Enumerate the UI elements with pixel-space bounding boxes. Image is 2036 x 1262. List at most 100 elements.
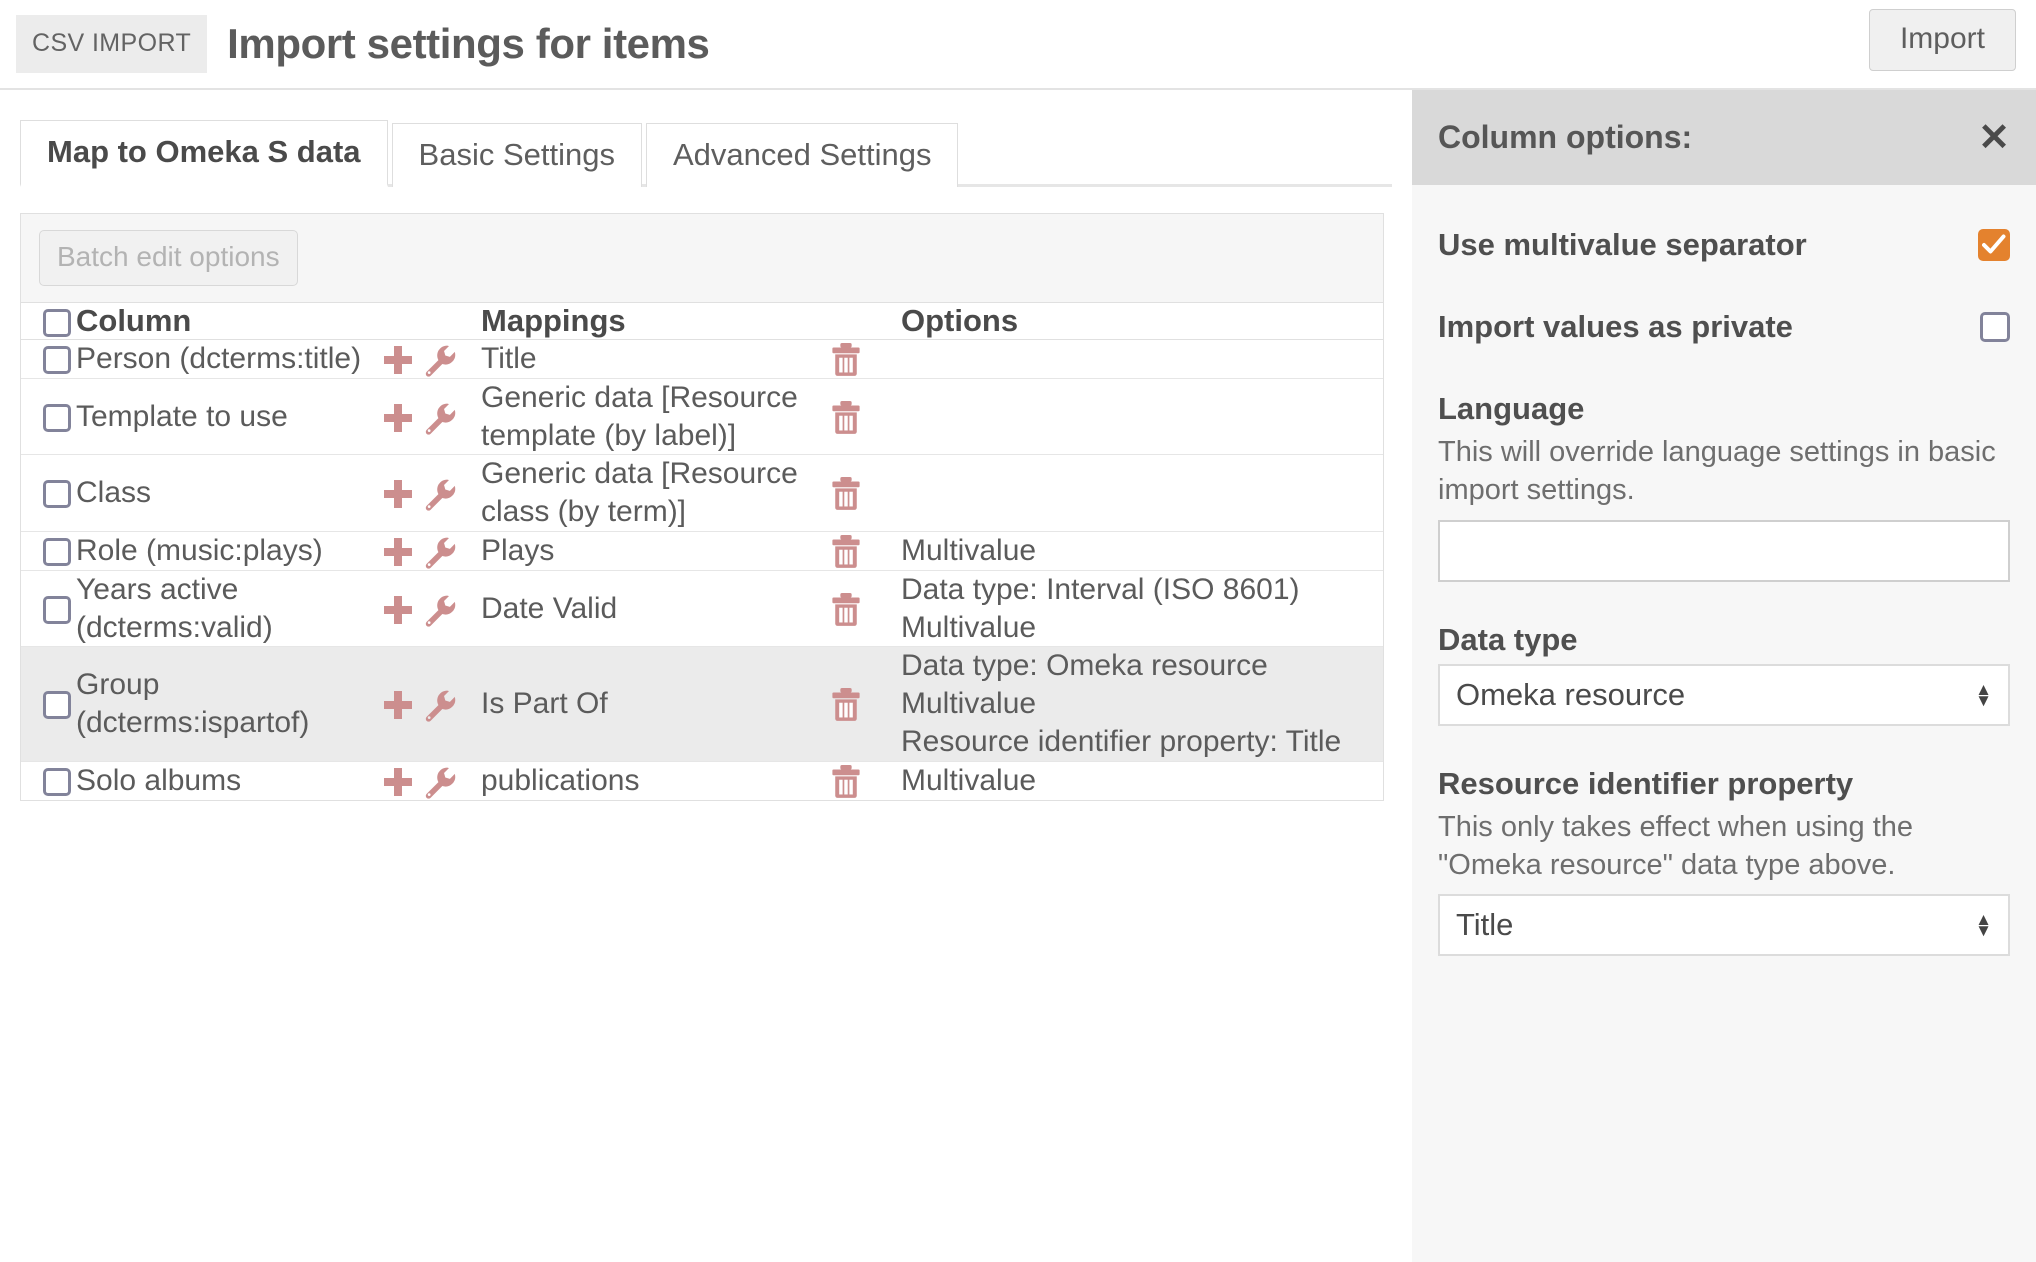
row-mapping: Title [481, 342, 537, 375]
trash-icon[interactable] [831, 535, 861, 569]
trash-icon[interactable] [831, 592, 861, 627]
plus-icon[interactable] [381, 401, 415, 435]
row-mapping: Generic data [Resource class (by term)] [481, 457, 798, 529]
row-remove-cell [831, 340, 901, 379]
row-column-name: Class [76, 476, 152, 510]
chevron-down-icon: ▼ [1975, 921, 1992, 941]
row-actions [381, 761, 481, 799]
plus-icon[interactable] [381, 343, 415, 377]
wrench-icon[interactable] [423, 535, 457, 569]
row-mapping: Date Valid [481, 591, 618, 625]
row-checkbox[interactable] [43, 480, 71, 509]
table-row[interactable]: Solo albums publications Multivalue [21, 761, 1383, 799]
row-remove-cell [831, 647, 901, 761]
row-column-name: Group (dcterms:ispartof) [76, 668, 310, 740]
row-select-cell [21, 570, 76, 647]
trash-icon[interactable] [831, 764, 861, 799]
table-row[interactable]: Template to use Generic data [Resource te… [21, 378, 1383, 455]
row-option: Multivalue [901, 763, 1037, 797]
column-header-column: Column [76, 303, 192, 338]
row-actions [381, 647, 481, 761]
row-checkbox[interactable] [43, 595, 71, 624]
wrench-icon[interactable] [423, 343, 457, 377]
row-option: Multivalue [901, 610, 1037, 644]
row-select-cell [21, 761, 76, 799]
sidebar-title: Column options: [1438, 119, 1693, 155]
row-options [901, 378, 1383, 455]
row-column-name: Template to use [76, 399, 288, 433]
row-actions [381, 570, 481, 647]
column-options-sidebar: Column options: ✕ Use multivalue separat… [1412, 90, 2036, 1262]
wrench-icon[interactable] [423, 765, 457, 799]
trash-icon[interactable] [831, 477, 861, 511]
plus-icon[interactable] [381, 593, 415, 627]
wrench-icon[interactable] [423, 593, 457, 627]
use-multivalue-separator-checkbox[interactable] [1978, 229, 2010, 261]
import-values-as-private-label: Import values as private [1438, 309, 1793, 344]
row-checkbox[interactable] [43, 691, 71, 720]
table-row[interactable]: Years active (dcterms:valid) Date Valid Da… [21, 570, 1383, 647]
tab-advanced-settings[interactable]: Advanced Settings [645, 123, 959, 187]
language-input[interactable] [1438, 519, 2010, 582]
batch-toolbar: Batch edit options [21, 214, 1383, 303]
row-select-cell [21, 340, 76, 379]
column-header-spacer [381, 303, 481, 340]
import-button[interactable]: Import [1868, 9, 2016, 71]
row-checkbox[interactable] [43, 403, 71, 432]
plus-icon[interactable] [381, 688, 415, 722]
batch-edit-options-button[interactable]: Batch edit options [39, 230, 298, 286]
wrench-icon[interactable] [423, 688, 457, 722]
column-header-trash-spacer [831, 303, 901, 340]
data-type-value: Omeka resource [1456, 676, 1686, 712]
row-options: Multivalue [901, 531, 1383, 570]
language-group: Language This will override language set… [1438, 391, 2010, 622]
row-option: Multivalue [901, 533, 1037, 567]
row-remove-cell [831, 378, 901, 455]
column-header-options: Options [901, 303, 1019, 338]
tab-map-to-omeka-s-data[interactable]: Map to Omeka S data [20, 120, 388, 187]
row-checkbox[interactable] [43, 767, 71, 796]
table-row[interactable]: Group (dcterms:ispartof) Is Part Of Data t… [21, 646, 1383, 762]
select-all-cell [21, 303, 76, 340]
trash-icon[interactable] [831, 400, 861, 435]
use-multivalue-separator-row: Use multivalue separator [1438, 227, 2010, 263]
plus-icon[interactable] [381, 765, 415, 799]
table-header: Column Mappings Options [21, 303, 1383, 340]
page-header: CSV IMPORT Import settings for items Imp… [0, 0, 2036, 90]
language-label: Language [1438, 391, 1585, 426]
wrench-icon[interactable] [423, 477, 457, 512]
table-row[interactable]: Person (dcterms:title) Title [21, 340, 1383, 379]
row-checkbox[interactable] [43, 346, 71, 375]
tab-basic-settings[interactable]: Basic Settings [391, 123, 642, 187]
data-type-select[interactable]: Omeka resource ▲ ▼ [1438, 663, 2010, 726]
sidebar-header: Column options: ✕ [1412, 90, 2036, 185]
check-icon [1982, 234, 2006, 254]
language-help-text: This will override language settings in … [1438, 436, 1996, 507]
row-options [901, 340, 1383, 379]
spinner-arrows-icon-2: ▲ ▼ [1975, 911, 1992, 941]
import-values-as-private-checkbox[interactable] [1980, 312, 2010, 342]
row-options: Data type: Interval (ISO 8601) Multivalue [901, 570, 1383, 647]
select-all-checkbox[interactable] [43, 308, 71, 337]
csv-import-badge: CSV IMPORT [16, 15, 208, 73]
row-options [901, 455, 1383, 532]
plus-icon[interactable] [381, 477, 415, 511]
table-row[interactable]: Role (music:plays) Plays Multivalue [21, 531, 1383, 571]
row-mapping: Is Part Of [481, 687, 608, 721]
row-remove-cell [831, 455, 901, 532]
trash-icon[interactable] [831, 343, 861, 377]
row-actions [381, 340, 481, 379]
page-title: Import settings for items [227, 20, 710, 67]
close-icon[interactable]: ✕ [1978, 119, 2010, 157]
row-actions [381, 455, 481, 532]
row-checkbox[interactable] [43, 538, 71, 567]
resource-identifier-select[interactable]: Title ▲ ▼ [1438, 894, 2010, 957]
row-column-name: Solo albums [76, 763, 242, 797]
wrench-icon[interactable] [423, 401, 457, 435]
tab-bar: Map to Omeka S data Basic Settings Advan… [20, 115, 1392, 187]
row-select-cell [21, 647, 76, 761]
row-options: Multivalue [901, 761, 1383, 799]
trash-icon[interactable] [831, 688, 861, 722]
table-row[interactable]: Class Generic data [Resource class (by te… [21, 455, 1383, 532]
plus-icon[interactable] [381, 535, 415, 569]
